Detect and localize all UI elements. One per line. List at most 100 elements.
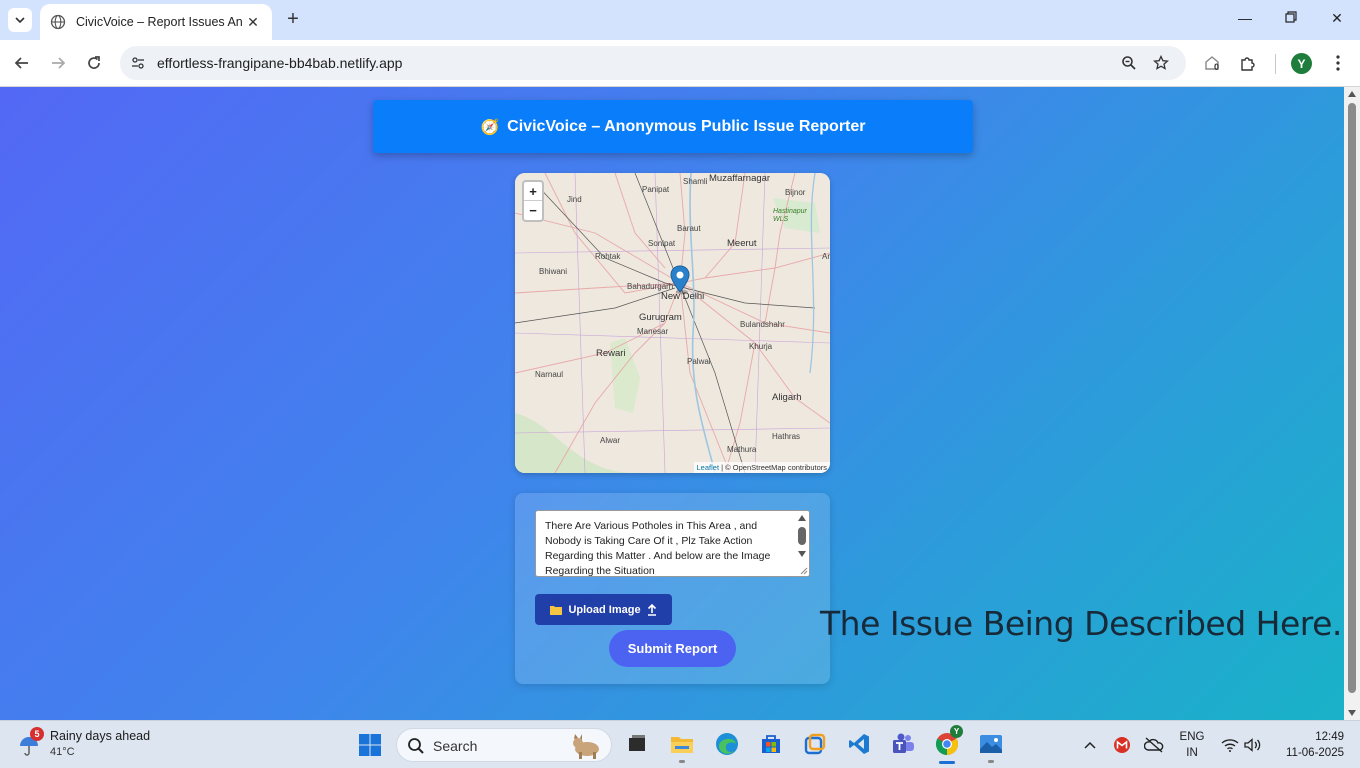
- taskbar-search-box[interactable]: Search: [396, 728, 612, 762]
- scroll-down-arrow-icon[interactable]: [1348, 710, 1356, 716]
- map-label: Rewari: [596, 348, 626, 359]
- vscode-icon[interactable]: [846, 731, 872, 757]
- map-label: Panipat: [642, 185, 670, 194]
- extension-house-icon[interactable]: 0: [1201, 52, 1223, 74]
- address-bar[interactable]: effortless-frangipane-bb4bab.netlify.app: [120, 46, 1186, 80]
- upload-image-label: Upload Image: [568, 603, 641, 616]
- zoom-out-button[interactable]: −: [524, 201, 542, 220]
- issue-description-text: There Are Various Potholes in This Area …: [545, 520, 771, 577]
- url-text: effortless-frangipane-bb4bab.netlify.app: [157, 55, 403, 71]
- tab-search-button[interactable]: [8, 8, 32, 32]
- map-label: Hastinapur WLS: [773, 208, 807, 223]
- folder-icon: [550, 605, 563, 615]
- system-clock[interactable]: 12:49 11-06-2025: [1270, 729, 1344, 761]
- more-menu-icon[interactable]: [1327, 52, 1349, 74]
- resize-handle-icon[interactable]: [799, 566, 808, 575]
- region-code: IN: [1186, 747, 1198, 759]
- extension-badge: 0: [1214, 62, 1220, 72]
- zoom-icon[interactable]: [1120, 54, 1138, 72]
- leaflet-link[interactable]: Leaflet: [697, 463, 720, 472]
- browser-tab-active[interactable]: CivicVoice – Report Issues Anonymously ✕: [40, 4, 272, 40]
- upload-image-button[interactable]: Upload Image: [535, 594, 672, 625]
- map-label: Aligarh: [772, 392, 802, 403]
- restore-icon[interactable]: [1281, 10, 1301, 26]
- map-label: Baraut: [677, 224, 701, 233]
- weather-title: Rainy days ahead: [50, 729, 151, 743]
- chrome-icon[interactable]: Y: [934, 725, 963, 764]
- volume-icon[interactable]: [1243, 721, 1263, 768]
- profile-avatar[interactable]: Y: [1291, 53, 1312, 74]
- map-pin-icon[interactable]: [670, 265, 690, 295]
- back-arrow-icon[interactable]: [11, 52, 33, 74]
- clock-date: 11-06-2025: [1286, 747, 1344, 759]
- map-label: Alwar: [600, 436, 621, 445]
- scroll-up-arrow-icon[interactable]: [1348, 91, 1356, 97]
- window-close-icon[interactable]: ✕: [1327, 10, 1347, 27]
- map-label: Meerut: [727, 238, 757, 249]
- search-icon: [408, 738, 424, 754]
- map-label: Jind: [567, 195, 582, 204]
- map-label: Muzaffarnagar: [709, 173, 771, 184]
- map-label: Sonipat: [648, 239, 676, 248]
- submit-report-button[interactable]: Submit Report: [609, 630, 736, 667]
- edge-browser-icon[interactable]: [714, 731, 740, 757]
- map-label: Bijnor: [785, 188, 806, 197]
- toolbar-divider: [1275, 54, 1276, 74]
- file-explorer-icon[interactable]: [669, 731, 695, 763]
- wifi-icon[interactable]: [1219, 721, 1241, 768]
- chrome-profile-badge: Y: [950, 725, 963, 738]
- map-label: Bhiwani: [539, 267, 568, 276]
- onedrive-offline-icon[interactable]: [1143, 721, 1165, 768]
- globe-icon: [50, 14, 66, 30]
- weather-widget[interactable]: 5 Rainy days ahead 41°C: [14, 727, 174, 763]
- gmail-tray-icon[interactable]: [1112, 721, 1132, 768]
- map-label: Ar: [822, 252, 830, 261]
- windows-start-icon[interactable]: [358, 733, 382, 757]
- report-form: There Are Various Potholes in This Area …: [515, 493, 830, 684]
- page-header: 🧭 CivicVoice – Anonymous Public Issue Re…: [373, 100, 973, 153]
- map-label: Mathura: [727, 445, 757, 454]
- weather-notification-badge: 5: [30, 727, 44, 741]
- site-settings-icon[interactable]: [130, 55, 146, 71]
- map-label: Shamli: [683, 177, 708, 186]
- task-view-icon[interactable]: [624, 731, 650, 757]
- microsoft-store-icon[interactable]: [758, 731, 784, 757]
- windows-taskbar: 5 Rainy days ahead 41°C Search Y ENG IN …: [0, 720, 1360, 768]
- map-zoom-control: + −: [522, 180, 544, 222]
- chevron-down-icon: [15, 17, 25, 23]
- map-label: Narnaul: [535, 370, 564, 379]
- extensions-puzzle-icon[interactable]: [1237, 52, 1259, 74]
- page-scrollbar[interactable]: [1344, 87, 1360, 720]
- map-label: Palwal: [687, 357, 711, 366]
- page-title: CivicVoice – Anonymous Public Issue Repo…: [507, 117, 866, 135]
- tab-title: CivicVoice – Report Issues Anonymously: [76, 15, 242, 29]
- map-label: Khurja: [749, 342, 773, 351]
- map-label: Rohtak: [595, 252, 621, 261]
- map-label: Bulandshahr: [740, 320, 785, 329]
- zoom-in-button[interactable]: +: [524, 182, 542, 201]
- browser-toolbar: effortless-frangipane-bb4bab.netlify.app…: [0, 40, 1360, 87]
- photos-app-icon[interactable]: [978, 731, 1004, 763]
- upload-arrow-icon: [647, 603, 656, 616]
- scrollbar-thumb[interactable]: [1348, 103, 1356, 693]
- minimize-icon[interactable]: —: [1235, 10, 1255, 26]
- search-label: Search: [433, 738, 478, 754]
- map-attribution: Leaflet | © OpenStreetMap contributors: [693, 462, 830, 473]
- snipping-tool-icon[interactable]: [802, 731, 828, 757]
- compass-icon: 🧭: [480, 118, 500, 136]
- reload-icon[interactable]: [83, 52, 105, 74]
- teams-icon[interactable]: [890, 731, 916, 757]
- show-hidden-icons-chevron-icon[interactable]: [1081, 721, 1099, 768]
- language-code: ENG: [1179, 731, 1205, 743]
- language-indicator[interactable]: ENG IN: [1174, 729, 1210, 761]
- close-tab-icon[interactable]: ✕: [244, 14, 262, 31]
- issue-description-textarea[interactable]: There Are Various Potholes in This Area …: [535, 510, 810, 577]
- bookmark-star-icon[interactable]: [1152, 54, 1170, 72]
- page-viewport: 🧭 CivicVoice – Anonymous Public Issue Re…: [0, 87, 1344, 720]
- osm-attribution: | © OpenStreetMap contributors: [721, 463, 827, 472]
- forward-arrow-icon[interactable]: [47, 52, 69, 74]
- issue-caption: The Issue Being Described Here.: [820, 604, 1342, 643]
- weather-temperature: 41°C: [50, 746, 75, 758]
- new-tab-button[interactable]: +: [283, 9, 303, 29]
- map[interactable]: Muzaffarnagar Panipat Shamli Bijnor Jind…: [515, 173, 830, 473]
